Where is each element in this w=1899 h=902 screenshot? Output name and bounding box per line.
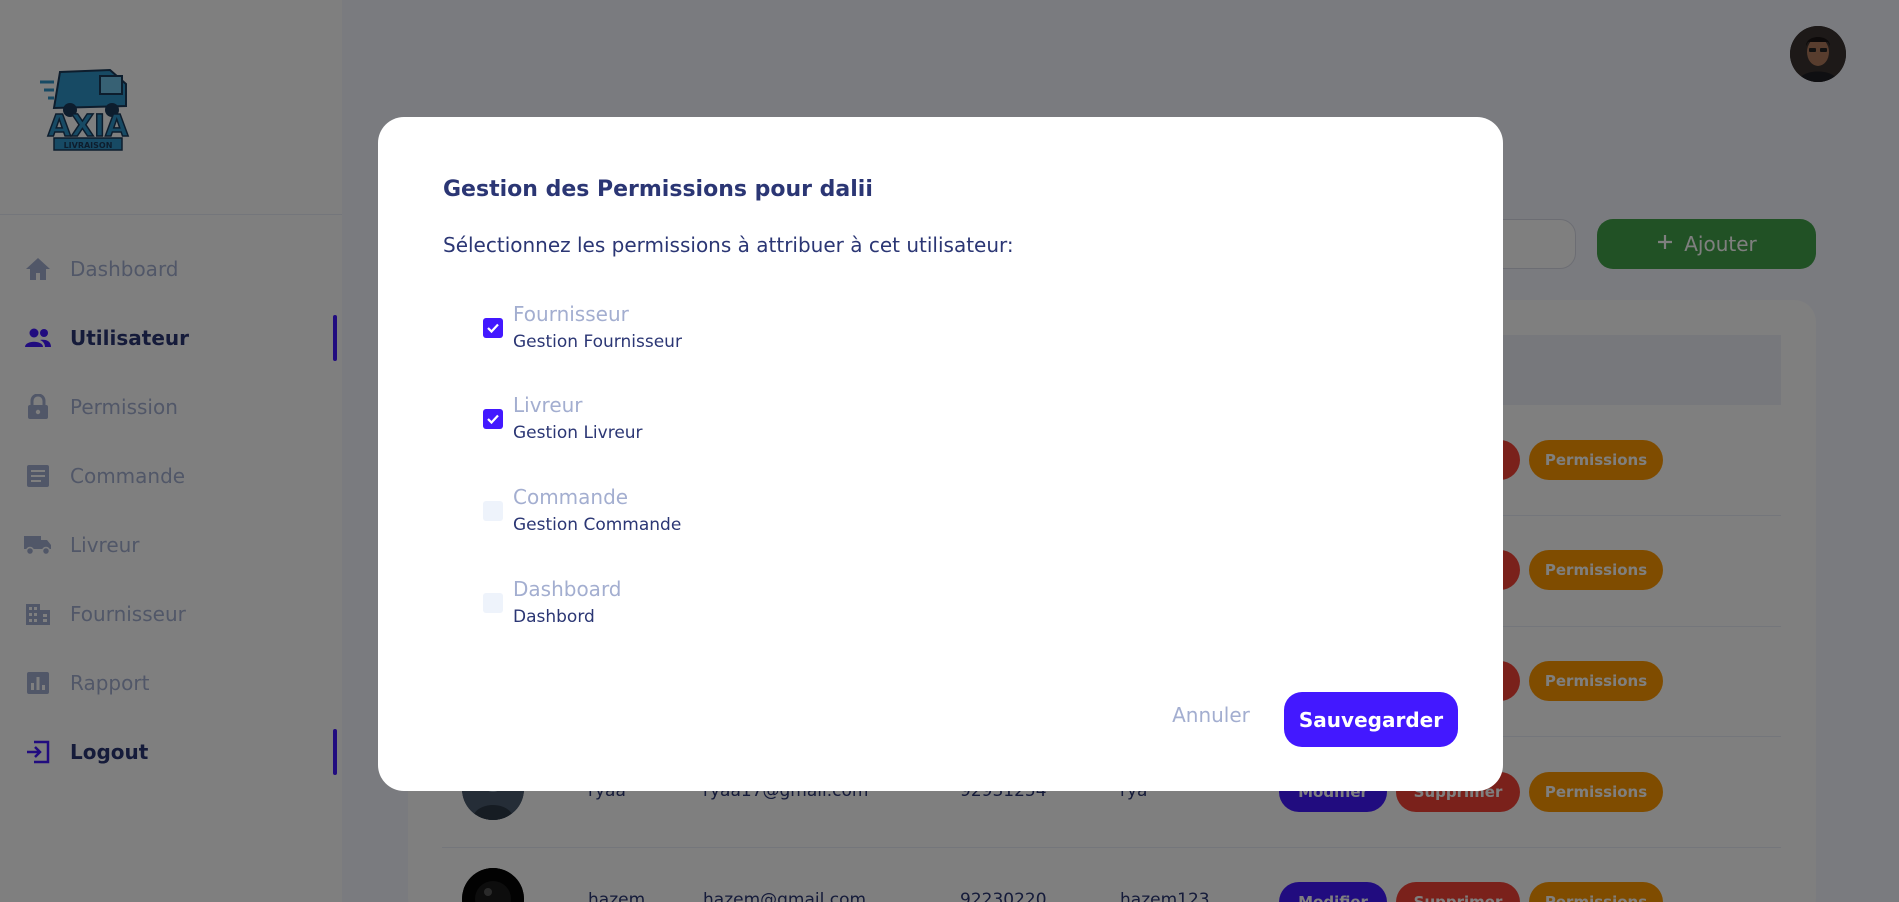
permission-item-fournisseur: Fournisseur Gestion Fournisseur	[483, 302, 883, 364]
save-button[interactable]: Sauvegarder	[1284, 692, 1458, 747]
permission-description: Gestion Commande	[513, 515, 682, 535]
permission-checkbox[interactable]	[483, 593, 503, 613]
permission-checkbox[interactable]	[483, 409, 503, 429]
permission-item-livreur: Livreur Gestion Livreur	[483, 393, 883, 455]
permission-checkbox[interactable]	[483, 501, 503, 521]
modal-title: Gestion des Permissions pour dalii	[443, 177, 873, 202]
permission-description: Dashbord	[513, 607, 595, 627]
permission-checkbox[interactable]	[483, 318, 503, 338]
permission-name: Dashboard	[513, 577, 622, 601]
permissions-modal: Gestion des Permissions pour dalii Sélec…	[378, 117, 1503, 791]
modal-subtitle: Sélectionnez les permissions à attribuer…	[443, 233, 1014, 257]
check-icon	[487, 414, 499, 425]
permission-item-commande: Commande Gestion Commande	[483, 485, 883, 547]
permission-name: Livreur	[513, 393, 583, 417]
permission-name: Fournisseur	[513, 302, 629, 326]
permission-name: Commande	[513, 485, 629, 509]
permission-description: Gestion Fournisseur	[513, 332, 682, 352]
cancel-button[interactable]: Annuler	[1146, 688, 1276, 742]
permission-description: Gestion Livreur	[513, 423, 643, 443]
permission-item-dashboard: Dashboard Dashbord	[483, 577, 883, 639]
check-icon	[487, 323, 499, 334]
